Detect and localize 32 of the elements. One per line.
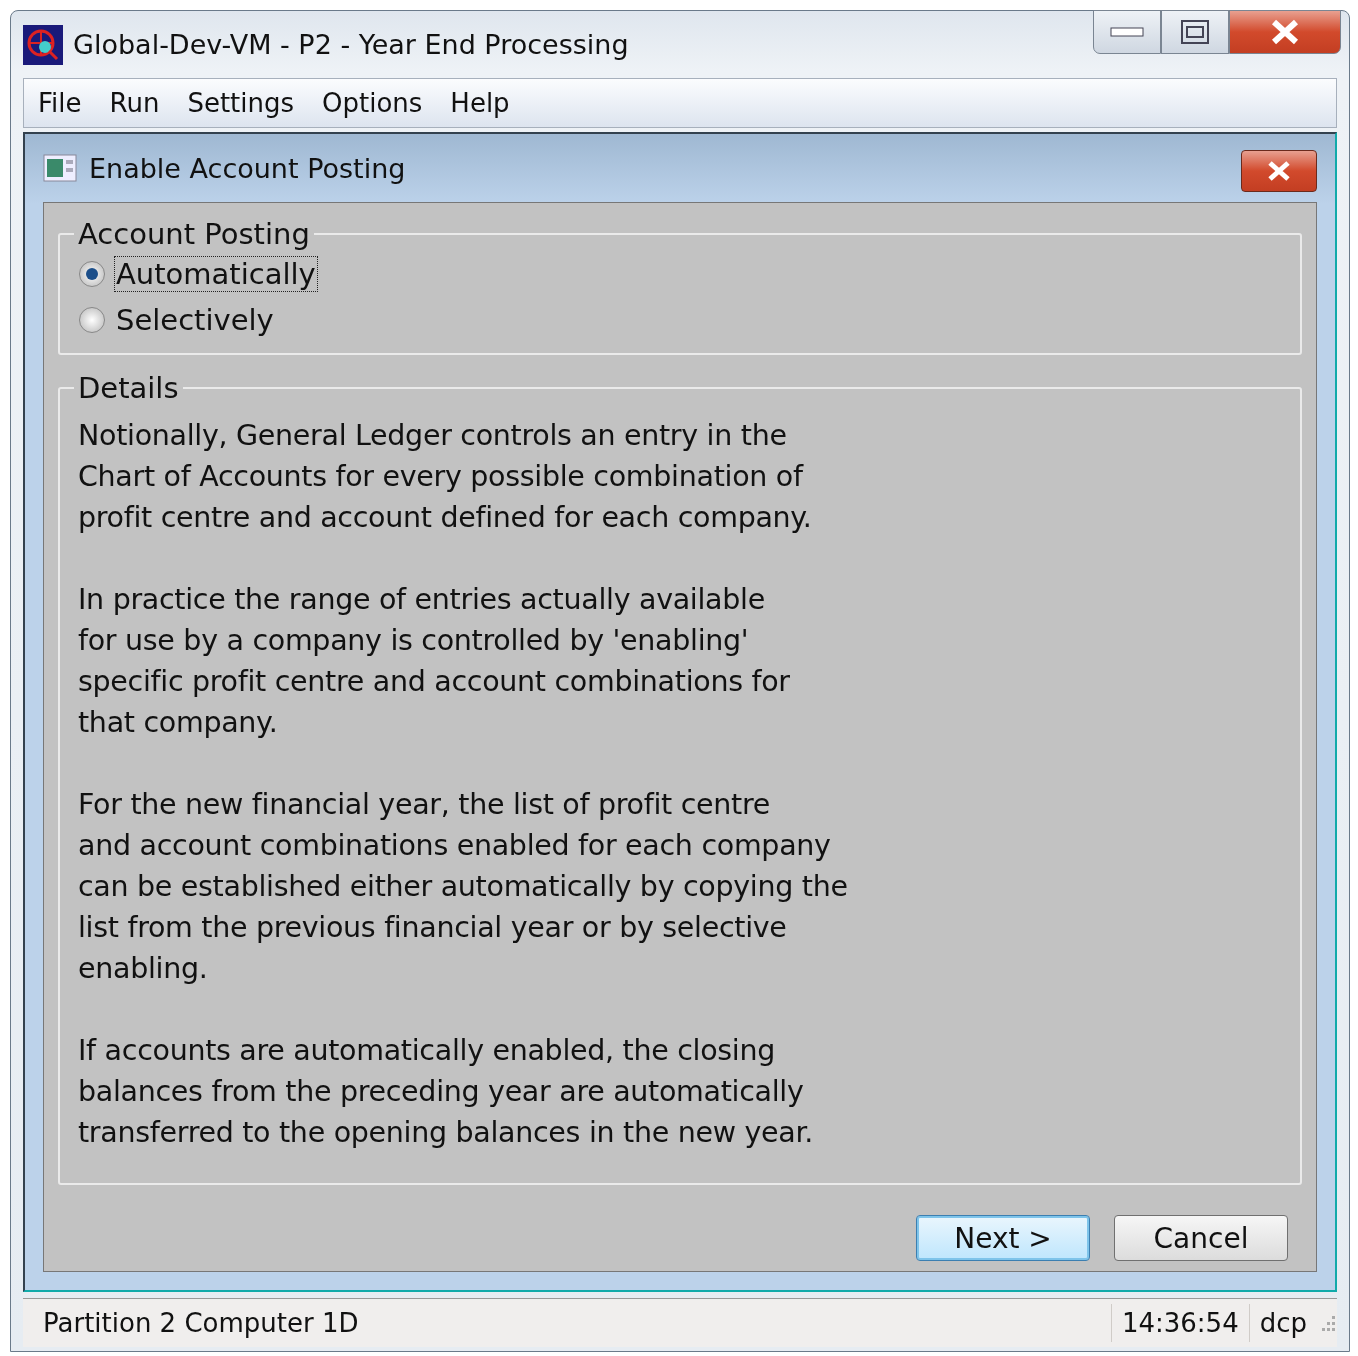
close-icon	[1266, 160, 1292, 182]
close-button[interactable]	[1241, 150, 1317, 192]
cancel-button[interactable]: Cancel	[1114, 1215, 1288, 1261]
group-label: Details	[77, 371, 180, 405]
menu-item[interactable]: Options	[322, 88, 423, 118]
close-icon	[1270, 19, 1300, 45]
details-paragraph: In practice the range of entries actually available for use by a company is controlled by 'enabling' specific profit centre and account combinations for that company.	[78, 582, 791, 741]
app-icon	[23, 24, 63, 65]
minimize-icon	[1110, 27, 1144, 37]
details-paragraph: Notionally, General Ledger controls an entry in the Chart of Accounts for every possible combination of profit centre and account defined for each company.	[78, 418, 813, 536]
close-button[interactable]	[1229, 10, 1341, 54]
menu-item[interactable]: Settings	[187, 88, 294, 118]
menu-item[interactable]: File	[38, 88, 82, 118]
radio-label[interactable]: Automatically	[114, 256, 318, 292]
radio-label[interactable]: Selectively	[114, 302, 276, 338]
status-time: 14:36:54	[1120, 1308, 1240, 1338]
maximize-icon	[1181, 20, 1209, 44]
next-button[interactable]: Next >	[916, 1215, 1090, 1261]
menu-item[interactable]: Help	[450, 88, 510, 118]
dialog-title: Enable Account Posting	[89, 152, 406, 184]
form-icon	[43, 154, 77, 182]
details-paragraph: If accounts are automatically enabled, the closing balances from the preceding year are automatically transferred to the opening balances in the new year.	[78, 1033, 814, 1151]
status-user: dcp	[1258, 1308, 1308, 1338]
radio-button[interactable]	[78, 306, 106, 334]
menu-item[interactable]: Run	[109, 88, 160, 118]
maximize-button[interactable]	[1161, 10, 1229, 54]
window-title: Global-Dev-VM - P2 - Year End Processing	[73, 29, 629, 60]
status-text: Partition 2 Computer 1D	[42, 1308, 360, 1338]
minimize-button[interactable]	[1093, 10, 1161, 54]
group-label: Account Posting	[77, 217, 311, 251]
details-paragraph: For the new financial year, the list of profit centre and account combinations enabled for each company can be established either automatically by copying the list from the previous financial year or by selective enabling.	[78, 787, 849, 987]
radio-button[interactable]	[78, 260, 106, 288]
